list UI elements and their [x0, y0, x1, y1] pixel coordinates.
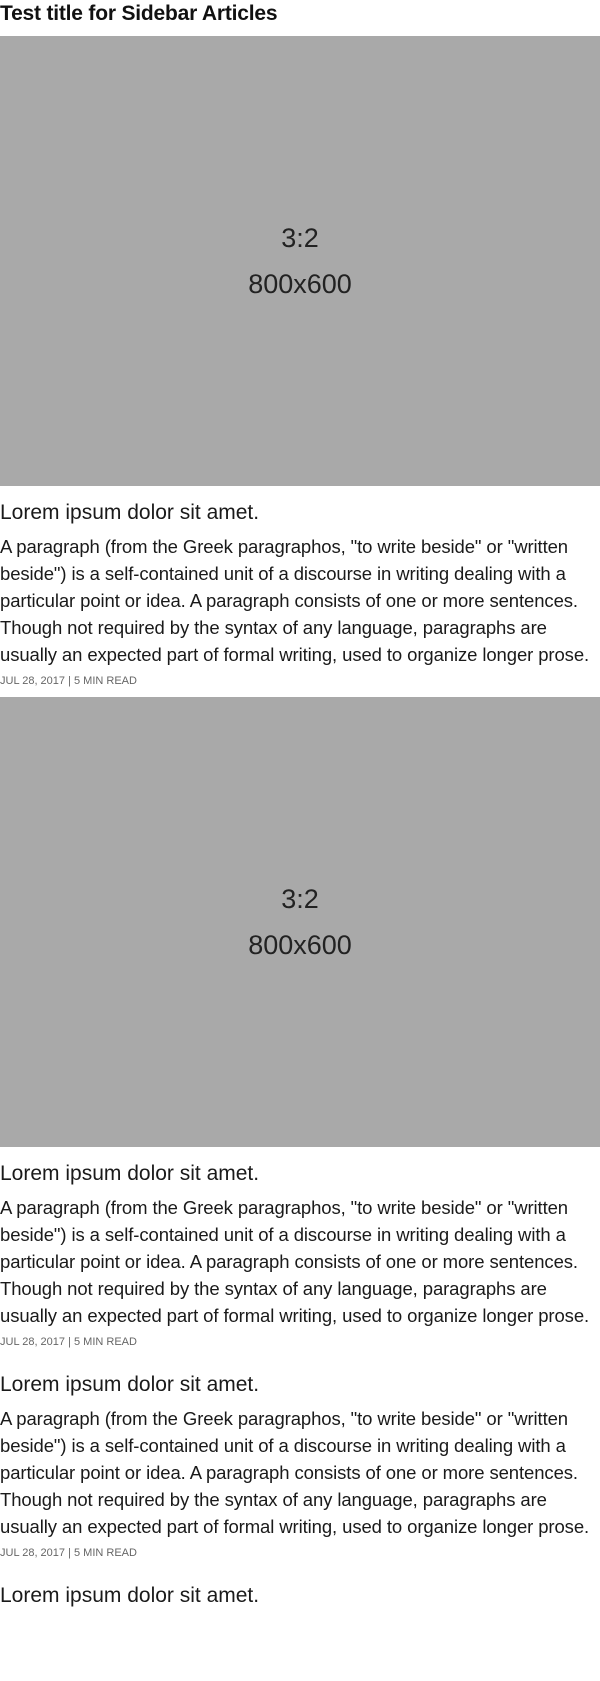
article-title-link[interactable]: Lorem ipsum dolor sit amet.: [0, 1147, 600, 1194]
article-title-link[interactable]: Lorem ipsum dolor sit amet.: [0, 1569, 600, 1616]
sidebar-title: Test title for Sidebar Articles: [0, 2, 278, 25]
image-size-label: 800x600: [248, 930, 352, 960]
article-image-placeholder[interactable]: 3:2 800x600: [0, 697, 600, 1147]
article-title-link[interactable]: Lorem ipsum dolor sit amet.: [0, 1358, 600, 1405]
article-excerpt: A paragraph (from the Greek paragraphos,…: [0, 536, 590, 665]
sidebar-articles: Test title for Sidebar Articles 3:2 800x…: [0, 0, 600, 1616]
image-size-label: 800x600: [248, 269, 352, 299]
image-ratio-label: 3:2: [281, 884, 319, 914]
article-excerpt: A paragraph (from the Greek paragraphos,…: [0, 1408, 590, 1537]
article-item: Lorem ipsum dolor sit amet.: [0, 1569, 600, 1616]
article-meta: JUL 28, 2017 | 5 MIN READ: [0, 675, 137, 687]
article-item: 3:2 800x600 Lorem ipsum dolor sit amet. …: [0, 697, 600, 1358]
article-meta: JUL 28, 2017 | 5 MIN READ: [0, 1547, 137, 1559]
article-excerpt: A paragraph (from the Greek paragraphos,…: [0, 1197, 590, 1326]
article-item: Lorem ipsum dolor sit amet. A paragraph …: [0, 1358, 600, 1569]
article-title-link[interactable]: Lorem ipsum dolor sit amet.: [0, 486, 600, 533]
image-ratio-label: 3:2: [281, 223, 319, 253]
article-image-placeholder[interactable]: 3:2 800x600: [0, 36, 600, 486]
article-item: 3:2 800x600 Lorem ipsum dolor sit amet. …: [0, 36, 600, 697]
article-meta: JUL 28, 2017 | 5 MIN READ: [0, 1336, 137, 1348]
